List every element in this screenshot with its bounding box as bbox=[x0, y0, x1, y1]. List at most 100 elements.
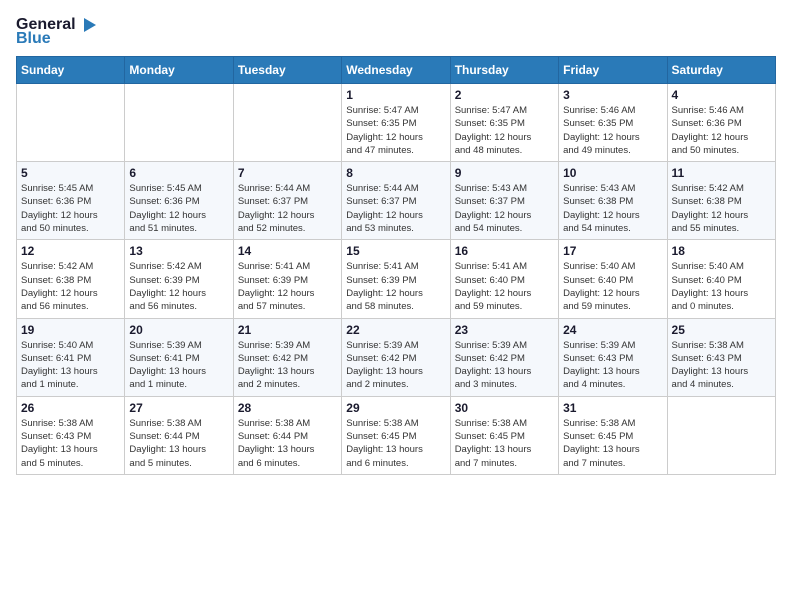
day-info: Sunrise: 5:41 AM Sunset: 6:39 PM Dayligh… bbox=[238, 260, 337, 313]
day-number: 21 bbox=[238, 323, 337, 337]
week-row-1: 5 Sunrise: 5:45 AM Sunset: 6:36 PM Daylig… bbox=[17, 162, 776, 240]
logo: General Blue bbox=[16, 16, 96, 48]
day-number: 6 bbox=[129, 166, 228, 180]
day-number: 18 bbox=[672, 244, 771, 258]
day-number: 8 bbox=[346, 166, 445, 180]
calendar-cell: 24 Sunrise: 5:39 AM Sunset: 6:43 PM Dayli… bbox=[559, 318, 667, 396]
day-info: Sunrise: 5:39 AM Sunset: 6:42 PM Dayligh… bbox=[455, 339, 554, 392]
day-number: 29 bbox=[346, 401, 445, 415]
day-info: Sunrise: 5:39 AM Sunset: 6:41 PM Dayligh… bbox=[129, 339, 228, 392]
weekday-header-monday: Monday bbox=[125, 57, 233, 84]
calendar-cell: 7 Sunrise: 5:44 AM Sunset: 6:37 PM Daylig… bbox=[233, 162, 341, 240]
logo-arrow-icon bbox=[78, 16, 96, 34]
calendar-cell: 20Sunrise: 5:39 AM Sunset: 6:41 PM Dayli… bbox=[125, 318, 233, 396]
day-info: Sunrise: 5:43 AM Sunset: 6:38 PM Dayligh… bbox=[563, 182, 662, 235]
logo-text: General Blue bbox=[16, 16, 96, 48]
day-info: Sunrise: 5:47 AM Sunset: 6:35 PM Dayligh… bbox=[455, 104, 554, 157]
day-number: 26 bbox=[21, 401, 120, 415]
calendar-cell: 23 Sunrise: 5:39 AM Sunset: 6:42 PM Dayli… bbox=[450, 318, 558, 396]
day-number: 25 bbox=[672, 323, 771, 337]
weekday-header-wednesday: Wednesday bbox=[342, 57, 450, 84]
day-info: Sunrise: 5:38 AM Sunset: 6:45 PM Dayligh… bbox=[346, 417, 445, 470]
day-info: Sunrise: 5:40 AM Sunset: 6:40 PM Dayligh… bbox=[563, 260, 662, 313]
calendar-cell: 31Sunrise: 5:38 AM Sunset: 6:45 PM Dayli… bbox=[559, 396, 667, 474]
week-row-4: 26 Sunrise: 5:38 AM Sunset: 6:43 PM Dayli… bbox=[17, 396, 776, 474]
calendar-cell: 18Sunrise: 5:40 AM Sunset: 6:40 PM Dayli… bbox=[667, 240, 775, 318]
calendar-cell: 29 Sunrise: 5:38 AM Sunset: 6:45 PM Dayli… bbox=[342, 396, 450, 474]
day-info: Sunrise: 5:38 AM Sunset: 6:45 PM Dayligh… bbox=[455, 417, 554, 470]
day-info: Sunrise: 5:45 AM Sunset: 6:36 PM Dayligh… bbox=[21, 182, 120, 235]
day-info: Sunrise: 5:41 AM Sunset: 6:39 PM Dayligh… bbox=[346, 260, 445, 313]
day-info: Sunrise: 5:42 AM Sunset: 6:39 PM Dayligh… bbox=[129, 260, 228, 313]
calendar-cell: 8 Sunrise: 5:44 AM Sunset: 6:37 PM Daylig… bbox=[342, 162, 450, 240]
day-number: 4 bbox=[672, 88, 771, 102]
day-info: Sunrise: 5:41 AM Sunset: 6:40 PM Dayligh… bbox=[455, 260, 554, 313]
day-number: 2 bbox=[455, 88, 554, 102]
calendar-cell: 14 Sunrise: 5:41 AM Sunset: 6:39 PM Dayli… bbox=[233, 240, 341, 318]
day-info: Sunrise: 5:43 AM Sunset: 6:37 PM Dayligh… bbox=[455, 182, 554, 235]
calendar-cell: 10 Sunrise: 5:43 AM Sunset: 6:38 PM Dayli… bbox=[559, 162, 667, 240]
calendar-cell: 3Sunrise: 5:46 AM Sunset: 6:35 PM Daylig… bbox=[559, 84, 667, 162]
day-number: 12 bbox=[21, 244, 120, 258]
calendar-cell: 1 Sunrise: 5:47 AM Sunset: 6:35 PM Daylig… bbox=[342, 84, 450, 162]
calendar-cell: 12 Sunrise: 5:42 AM Sunset: 6:38 PM Dayli… bbox=[17, 240, 125, 318]
day-number: 10 bbox=[563, 166, 662, 180]
day-number: 31 bbox=[563, 401, 662, 415]
day-number: 27 bbox=[129, 401, 228, 415]
page-header: General Blue bbox=[16, 16, 776, 48]
day-number: 9 bbox=[455, 166, 554, 180]
weekday-header-sunday: Sunday bbox=[17, 57, 125, 84]
week-row-0: 1 Sunrise: 5:47 AM Sunset: 6:35 PM Daylig… bbox=[17, 84, 776, 162]
calendar-cell: 2 Sunrise: 5:47 AM Sunset: 6:35 PM Daylig… bbox=[450, 84, 558, 162]
day-info: Sunrise: 5:38 AM Sunset: 6:44 PM Dayligh… bbox=[129, 417, 228, 470]
day-number: 19 bbox=[21, 323, 120, 337]
day-info: Sunrise: 5:46 AM Sunset: 6:36 PM Dayligh… bbox=[672, 104, 771, 157]
day-info: Sunrise: 5:38 AM Sunset: 6:43 PM Dayligh… bbox=[21, 417, 120, 470]
day-info: Sunrise: 5:39 AM Sunset: 6:42 PM Dayligh… bbox=[238, 339, 337, 392]
day-number: 30 bbox=[455, 401, 554, 415]
day-number: 23 bbox=[455, 323, 554, 337]
day-number: 11 bbox=[672, 166, 771, 180]
day-info: Sunrise: 5:38 AM Sunset: 6:43 PM Dayligh… bbox=[672, 339, 771, 392]
calendar-cell: 30 Sunrise: 5:38 AM Sunset: 6:45 PM Dayli… bbox=[450, 396, 558, 474]
weekday-header-row: SundayMondayTuesdayWednesdayThursdayFrid… bbox=[17, 57, 776, 84]
calendar-cell: 5 Sunrise: 5:45 AM Sunset: 6:36 PM Daylig… bbox=[17, 162, 125, 240]
day-info: Sunrise: 5:38 AM Sunset: 6:44 PM Dayligh… bbox=[238, 417, 337, 470]
day-number: 28 bbox=[238, 401, 337, 415]
day-info: Sunrise: 5:44 AM Sunset: 6:37 PM Dayligh… bbox=[346, 182, 445, 235]
day-info: Sunrise: 5:47 AM Sunset: 6:35 PM Dayligh… bbox=[346, 104, 445, 157]
calendar-cell: 25 Sunrise: 5:38 AM Sunset: 6:43 PM Dayli… bbox=[667, 318, 775, 396]
day-number: 13 bbox=[129, 244, 228, 258]
calendar-cell: 6 Sunrise: 5:45 AM Sunset: 6:36 PM Daylig… bbox=[125, 162, 233, 240]
weekday-header-saturday: Saturday bbox=[667, 57, 775, 84]
day-number: 5 bbox=[21, 166, 120, 180]
calendar-cell bbox=[667, 396, 775, 474]
day-info: Sunrise: 5:45 AM Sunset: 6:36 PM Dayligh… bbox=[129, 182, 228, 235]
day-number: 1 bbox=[346, 88, 445, 102]
calendar-cell: 13 Sunrise: 5:42 AM Sunset: 6:39 PM Dayli… bbox=[125, 240, 233, 318]
calendar-cell: 27 Sunrise: 5:38 AM Sunset: 6:44 PM Dayli… bbox=[125, 396, 233, 474]
day-info: Sunrise: 5:39 AM Sunset: 6:43 PM Dayligh… bbox=[563, 339, 662, 392]
day-number: 14 bbox=[238, 244, 337, 258]
calendar-cell: 11 Sunrise: 5:42 AM Sunset: 6:38 PM Dayli… bbox=[667, 162, 775, 240]
day-number: 17 bbox=[563, 244, 662, 258]
day-info: Sunrise: 5:42 AM Sunset: 6:38 PM Dayligh… bbox=[21, 260, 120, 313]
day-number: 15 bbox=[346, 244, 445, 258]
calendar-cell: 26 Sunrise: 5:38 AM Sunset: 6:43 PM Dayli… bbox=[17, 396, 125, 474]
calendar-cell: 16Sunrise: 5:41 AM Sunset: 6:40 PM Dayli… bbox=[450, 240, 558, 318]
calendar-cell bbox=[17, 84, 125, 162]
weekday-header-tuesday: Tuesday bbox=[233, 57, 341, 84]
day-info: Sunrise: 5:42 AM Sunset: 6:38 PM Dayligh… bbox=[672, 182, 771, 235]
day-number: 24 bbox=[563, 323, 662, 337]
calendar-cell: 4 Sunrise: 5:46 AM Sunset: 6:36 PM Daylig… bbox=[667, 84, 775, 162]
day-info: Sunrise: 5:44 AM Sunset: 6:37 PM Dayligh… bbox=[238, 182, 337, 235]
logo-blue: Blue bbox=[16, 30, 51, 48]
day-number: 7 bbox=[238, 166, 337, 180]
calendar-table: SundayMondayTuesdayWednesdayThursdayFrid… bbox=[16, 56, 776, 475]
calendar-cell bbox=[233, 84, 341, 162]
calendar-cell: 21 Sunrise: 5:39 AM Sunset: 6:42 PM Dayli… bbox=[233, 318, 341, 396]
week-row-2: 12 Sunrise: 5:42 AM Sunset: 6:38 PM Dayli… bbox=[17, 240, 776, 318]
calendar-cell: 28 Sunrise: 5:38 AM Sunset: 6:44 PM Dayli… bbox=[233, 396, 341, 474]
weekday-header-thursday: Thursday bbox=[450, 57, 558, 84]
week-row-3: 19Sunrise: 5:40 AM Sunset: 6:41 PM Dayli… bbox=[17, 318, 776, 396]
